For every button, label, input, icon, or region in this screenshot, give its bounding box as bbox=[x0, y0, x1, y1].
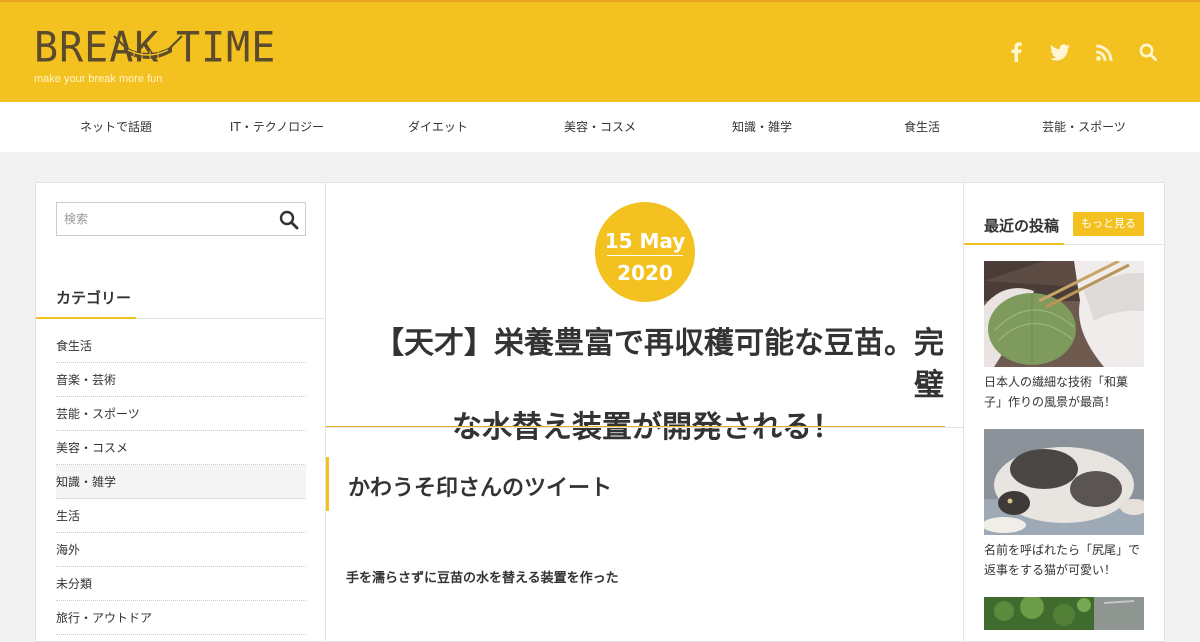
hammock-icon bbox=[113, 35, 183, 60]
nav-item-beauty[interactable]: 美容・コスメ bbox=[564, 102, 636, 152]
category-divider-accent bbox=[36, 317, 136, 319]
post-date-badge: 15 May 2020 bbox=[595, 202, 695, 302]
category-item[interactable]: 芸能・スポーツ bbox=[56, 397, 306, 431]
rss-link[interactable] bbox=[1092, 40, 1116, 64]
recent-post-title-line: 返事をする猫が可愛い！ bbox=[984, 563, 1117, 577]
nav-item-entertainment[interactable]: 芸能・スポーツ bbox=[1042, 102, 1126, 152]
category-item[interactable]: 食生活 bbox=[56, 329, 306, 363]
recent-posts-heading: 最近の投稿 bbox=[984, 217, 1060, 235]
category-item[interactable]: 音楽・芸術 bbox=[56, 363, 306, 397]
recent-post-thumbnail-cat[interactable] bbox=[984, 429, 1144, 535]
site-logo[interactable]: BREAK TIME make your break more fun bbox=[34, 23, 277, 90]
nav-item-knowledge[interactable]: 知識・雑学 bbox=[732, 102, 792, 152]
facebook-link[interactable] bbox=[1004, 40, 1028, 64]
nav-item-food[interactable]: 食生活 bbox=[904, 102, 940, 152]
category-item[interactable]: 未分類 bbox=[56, 567, 306, 601]
nav-item-diet[interactable]: ダイエット bbox=[408, 102, 468, 152]
search-input[interactable] bbox=[57, 203, 267, 235]
recent-post-title-line: 子」作りの風景が最高！ bbox=[984, 395, 1117, 409]
title-divider bbox=[326, 427, 963, 428]
logo-word-time: TIME bbox=[176, 23, 277, 73]
category-item[interactable]: 美容・コスメ bbox=[56, 431, 306, 465]
cat-photo bbox=[984, 429, 1144, 535]
title-divider-accent bbox=[326, 426, 945, 427]
category-item[interactable]: 生活 bbox=[56, 499, 306, 533]
recent-post-title[interactable]: 名前を呼ばれたら「尻尾」で 返事をする猫が可愛い！ bbox=[984, 540, 1149, 580]
category-item[interactable]: 知識・雑学 bbox=[56, 465, 306, 499]
see-more-button[interactable]: もっと見る bbox=[1073, 212, 1144, 236]
twitter-link[interactable] bbox=[1048, 40, 1072, 64]
post-date-year: 2020 bbox=[617, 261, 673, 285]
post-title-line1: 【天才】栄養豊富で再収穫可能な豆苗。完璧 bbox=[374, 326, 944, 403]
nav-item-it-technology[interactable]: IT・テクノロジー bbox=[230, 102, 324, 152]
search-submit-button[interactable] bbox=[279, 210, 299, 230]
search-icon bbox=[1139, 43, 1157, 61]
plant-photo bbox=[984, 597, 1144, 630]
recent-post-title-line: 日本人の繊細な技術「和菓 bbox=[984, 375, 1129, 389]
wagashi-photo bbox=[984, 261, 1144, 367]
recent-post-title-line: 名前を呼ばれたら「尻尾」で bbox=[984, 543, 1141, 557]
post-title: 【天才】栄養豊富で再収穫可能な豆苗。完璧 な水替え装置が開発される！ bbox=[346, 323, 944, 449]
recent-divider-accent bbox=[964, 243, 1064, 245]
header-search-button[interactable] bbox=[1136, 40, 1160, 64]
twitter-icon bbox=[1050, 43, 1070, 60]
rss-icon bbox=[1095, 44, 1112, 61]
site-tagline: make your break more fun bbox=[34, 73, 163, 85]
recent-post-title[interactable]: 日本人の繊細な技術「和菓 子」作りの風景が最高！ bbox=[984, 372, 1149, 412]
post-body-text: 手を濡らさずに豆苗の水を替える装置を作った bbox=[346, 571, 619, 586]
sidebar-search bbox=[56, 202, 306, 236]
nav-item-trending[interactable]: ネットで話題 bbox=[80, 102, 152, 152]
recent-post-thumbnail-plant[interactable] bbox=[984, 597, 1144, 630]
date-divider bbox=[607, 255, 683, 256]
section-heading-bar bbox=[326, 457, 329, 511]
post-date-day: 15 May bbox=[604, 229, 686, 253]
category-item[interactable]: 海外 bbox=[56, 533, 306, 567]
post-title-line2: な水替え装置が開発される！ bbox=[452, 410, 842, 445]
recent-post-thumbnail-wagashi[interactable] bbox=[984, 261, 1144, 367]
facebook-icon bbox=[1011, 42, 1022, 62]
category-heading: カテゴリー bbox=[56, 289, 132, 307]
section-heading: かわうそ印さんのツイート bbox=[348, 476, 613, 501]
search-icon bbox=[279, 210, 299, 230]
